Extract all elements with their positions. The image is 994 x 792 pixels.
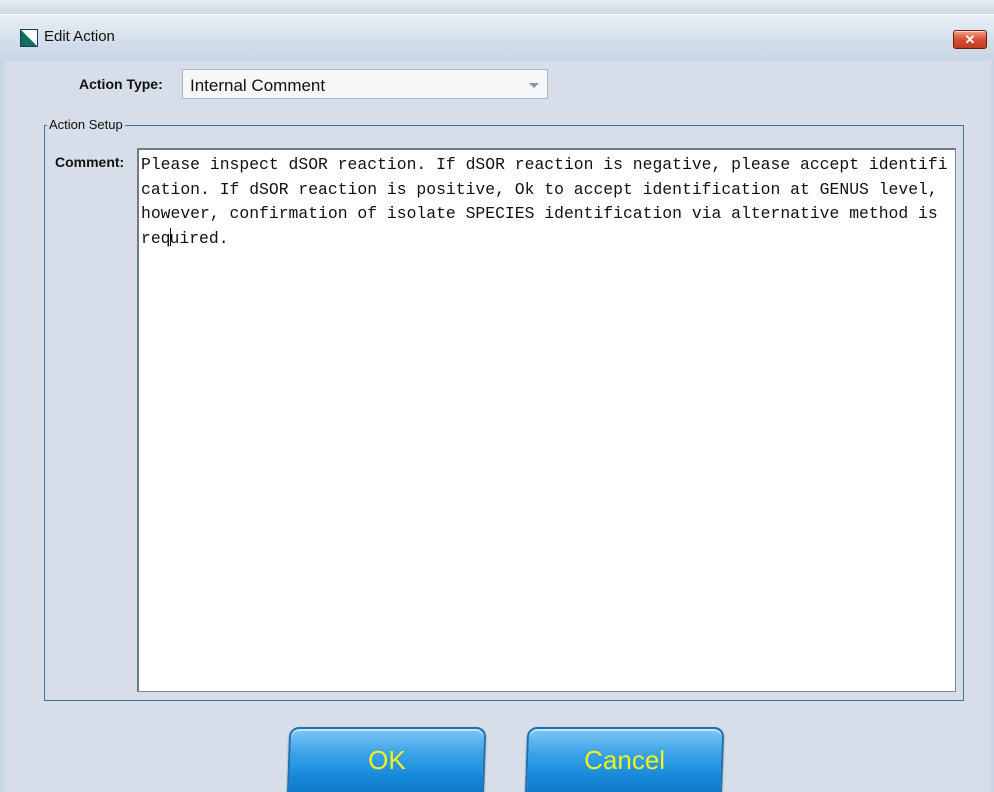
cancel-button[interactable]: Cancel: [524, 727, 725, 792]
action-setup-legend: Action Setup: [47, 117, 125, 132]
comment-text: Please inspect dSOR reaction. If dSOR re…: [141, 155, 948, 248]
close-icon: ✕: [964, 32, 976, 47]
action-type-value: Internal Comment: [190, 76, 326, 95]
app-icon: [20, 29, 38, 47]
window-title: Edit Action: [44, 28, 115, 45]
cancel-button-label: Cancel: [584, 745, 666, 775]
edit-action-dialog: Edit Action ✕ Action Type: Internal Comm…: [0, 0, 994, 792]
comment-text-end: uired.: [169, 228, 229, 248]
comment-textarea[interactable]: Please inspect dSOR reaction. If dSOR re…: [137, 148, 956, 692]
comment-label: Comment:: [55, 154, 125, 170]
title-bar[interactable]: Edit Action ✕: [0, 14, 994, 61]
chevron-down-icon[interactable]: [529, 83, 539, 88]
ok-button[interactable]: OK: [286, 727, 487, 792]
window-border-right: [988, 60, 994, 792]
close-button[interactable]: ✕: [953, 30, 987, 49]
window-border-left: [0, 60, 8, 792]
action-type-dropdown[interactable]: Internal Comment: [182, 69, 548, 99]
action-type-label: Action Type:: [79, 76, 163, 92]
background-strip: [0, 0, 994, 15]
ok-button-label: OK: [367, 745, 406, 775]
